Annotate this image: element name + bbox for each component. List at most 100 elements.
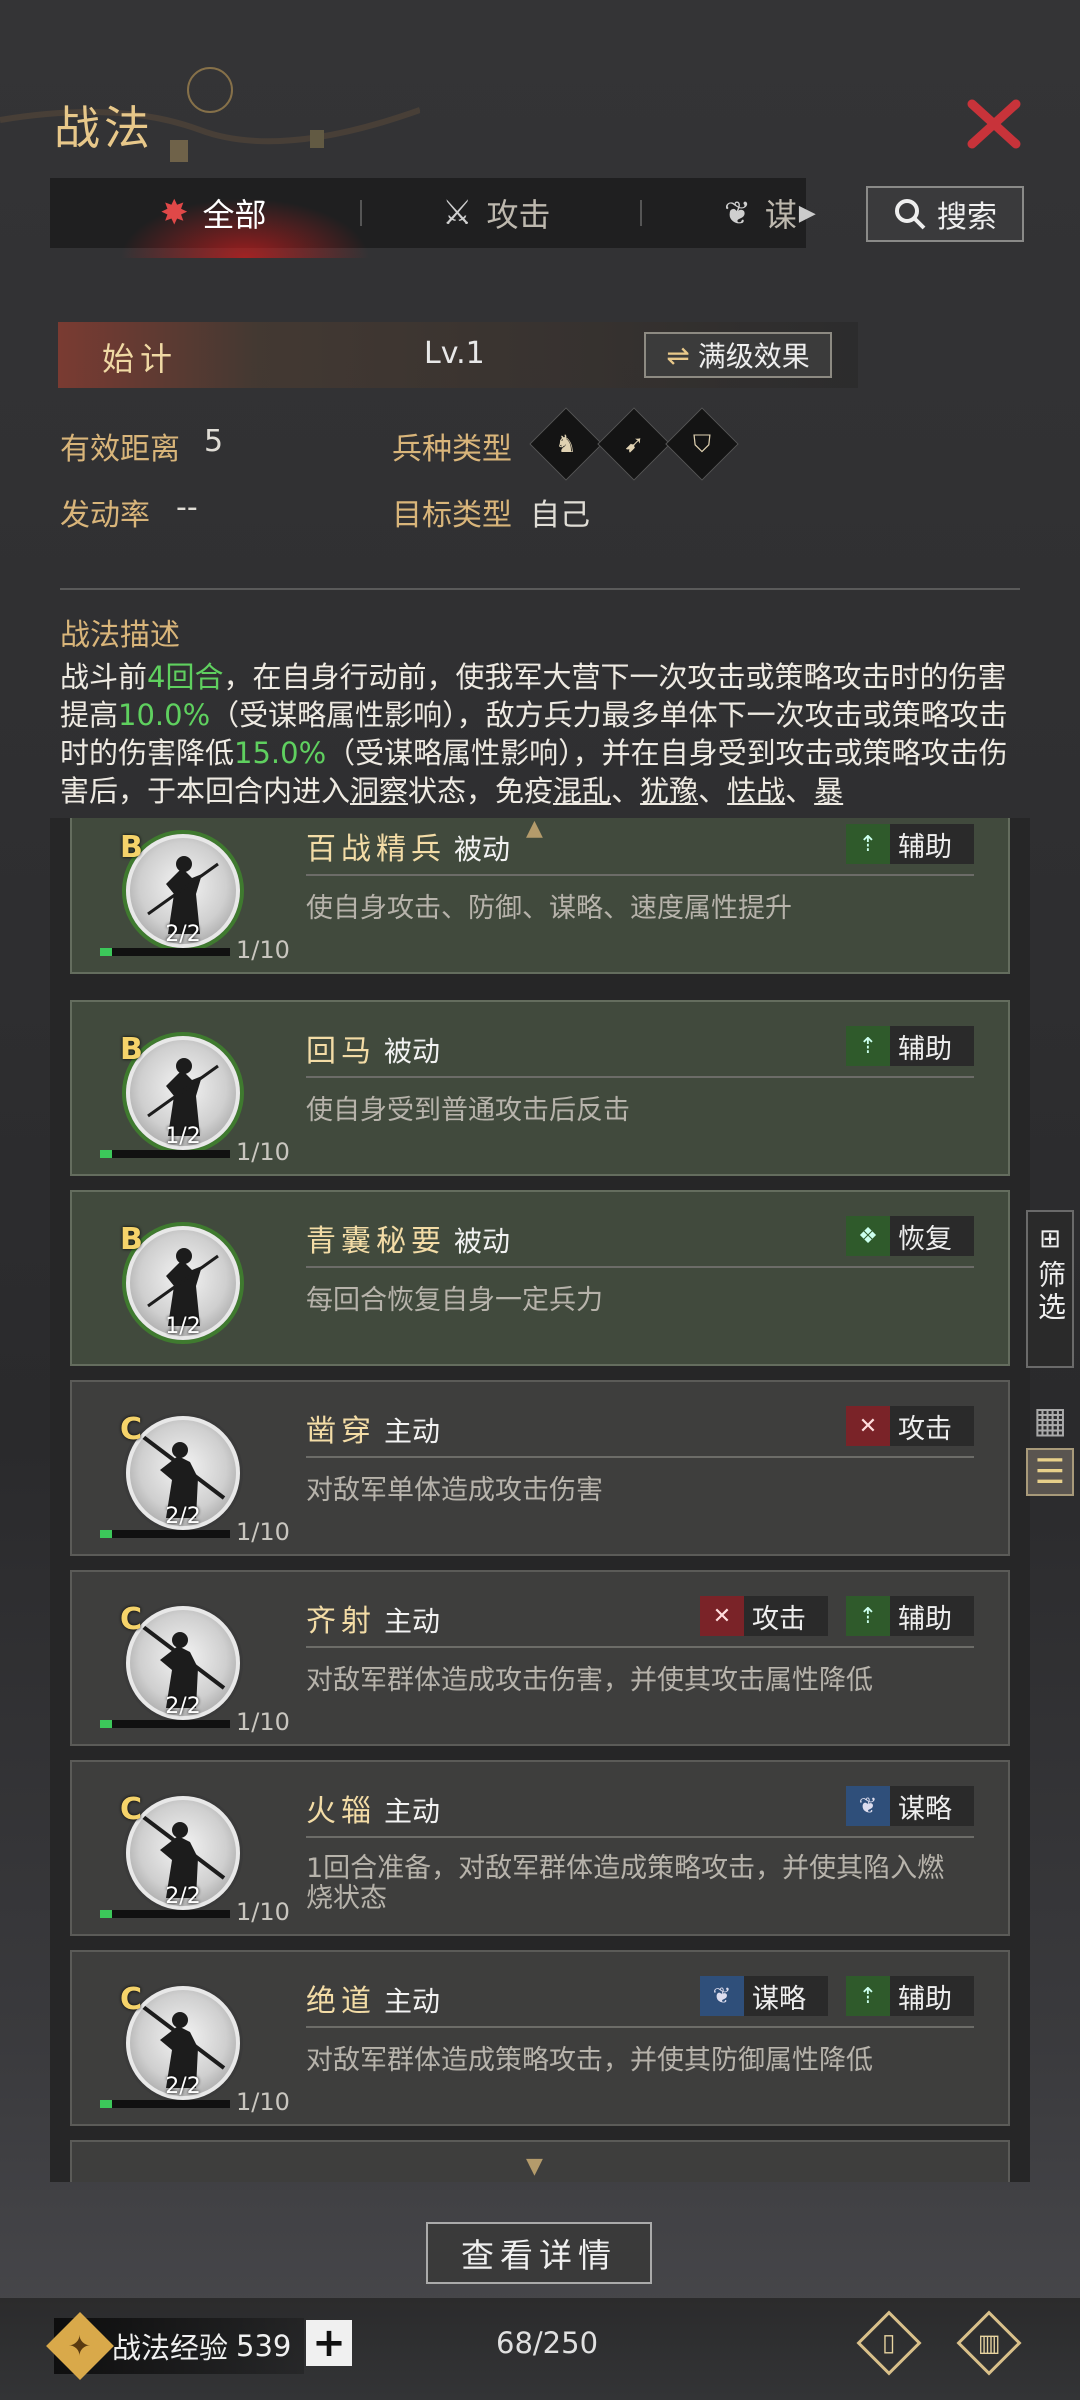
tab-separator <box>360 200 362 226</box>
close-button[interactable] <box>962 94 1026 154</box>
grid-icon: ▦ <box>1032 1399 1067 1441</box>
tag-assist: ⇡ 辅助 <box>846 1596 974 1636</box>
target-type-value: 自己 <box>530 498 590 533</box>
skill-card-type: 主动 <box>384 1795 441 1828</box>
usage-count: 2/2 <box>165 2074 201 2099</box>
skill-card-desc: 使自身受到普通攻击后反击 <box>306 1095 630 1126</box>
close-icon <box>967 99 1021 149</box>
skill-card[interactable]: C 2/2 1/10 齐射 主动 ✕ 攻击 ⇡ 辅助 对敌军群体造成攻击伤害，并使其攻… <box>70 1570 1010 1746</box>
troop-type-label: 兵种类型 <box>392 432 512 467</box>
level-progress-bar <box>100 948 230 956</box>
skill-list-panel[interactable]: B 2/2 1/10 百战精兵 被动 ⇡ 辅助 使自身攻击、防御、谋略、速度属性提升… <box>50 818 1030 2182</box>
scroll-down-icon: ▼ <box>526 2154 543 2179</box>
skill-card-type: 主动 <box>384 1605 441 1638</box>
exp-label: 战法经验 <box>112 2331 229 2365</box>
search-button[interactable]: 搜索 <box>866 186 1024 242</box>
tab-strategy-label: 谋 <box>764 196 797 234</box>
tab-strategy[interactable]: ❦ 谋 ▶ <box>724 178 816 248</box>
usage-count: 1/2 <box>165 1314 201 1339</box>
max-effect-button[interactable]: ⇌ 满级效果 <box>644 332 832 378</box>
skill-card-desc: 对敌军单体造成攻击伤害 <box>306 1475 603 1506</box>
divider <box>60 588 1020 590</box>
assist-icon: ⇡ <box>846 1976 890 2016</box>
level-value: 1/10 <box>236 1138 290 1166</box>
add-exp-button[interactable]: + <box>306 2320 352 2366</box>
skill-card[interactable]: C 2/2 1/10 火辎 主动 ❦ 谋略 1回合准备，对敌军群体造成策略攻击，并使… <box>70 1760 1010 1936</box>
tab-attack-label: 攻击 <box>486 196 551 234</box>
fan-icon: ❦ <box>700 1976 744 2016</box>
skill-card-desc: 对敌军群体造成攻击伤害，并使其攻击属性降低 <box>306 1665 873 1696</box>
usage-count: 2/2 <box>165 1694 201 1719</box>
level-value: 1/10 <box>236 936 290 964</box>
tag-assist: ⇡ 辅助 <box>846 824 974 864</box>
skill-count: 68/250 <box>496 2326 599 2360</box>
skill-name: 始计 <box>102 340 179 378</box>
exp-display: ✦ 战法经验 539 <box>46 2312 304 2380</box>
card-divider <box>306 1836 974 1838</box>
tag-recover: ❖ 恢复 <box>846 1216 974 1256</box>
level-progress-bar <box>100 1150 230 1158</box>
level-progress-bar <box>100 1530 230 1538</box>
skill-card[interactable]: C 2/2 1/10 凿穿 主动 ✕ 攻击 对敌军单体造成攻击伤害 <box>70 1380 1010 1556</box>
range-value: 5 <box>204 424 224 459</box>
level-progress-bar <box>100 2100 230 2108</box>
tab-all[interactable]: ✸ 全部 <box>160 178 267 248</box>
level-value: 1/10 <box>236 2088 290 2116</box>
bamboo-scroll-icon: ▥ <box>956 2310 1022 2376</box>
tag-attack: ✕ 攻击 <box>846 1406 974 1446</box>
keyword-more[interactable]: 暴 <box>814 774 843 808</box>
range-label: 有效距离 <box>60 432 180 467</box>
view-details-button[interactable]: 查看详情 <box>426 2222 652 2284</box>
list-view-button[interactable]: ☰ <box>1026 1448 1074 1496</box>
keyword-fear[interactable]: 怯战 <box>727 774 785 808</box>
inventory-button[interactable]: ▥ <box>956 2310 1022 2376</box>
skill-card[interactable]: B 1/2 1/10 回马 被动 ⇡ 辅助 使自身受到普通攻击后反击 <box>70 1000 1010 1176</box>
tag-assist: ⇡ 辅助 <box>846 1026 974 1066</box>
usage-count: 2/2 <box>165 922 201 947</box>
filter-button[interactable]: ⊞ 筛选 <box>1026 1210 1074 1368</box>
scroll-up-icon: ▲ <box>526 816 543 841</box>
skill-card-type: 主动 <box>384 1415 441 1448</box>
assist-icon: ⇡ <box>846 824 890 864</box>
tag-strategy: ❦ 谋略 <box>846 1786 974 1826</box>
usage-count: 1/2 <box>165 1124 201 1149</box>
scroll-book-button[interactable]: ▯ <box>856 2310 922 2376</box>
skill-description: 战斗前4回合，在自身行动前，使我军大营下一次攻击或策略攻击时的伤害提高10.0%… <box>60 660 1008 808</box>
skill-card[interactable]: C 2/2 1/10 绝道 主动 ❦ 谋略 ⇡ 辅助 对敌军群体造成策略攻击，并使其防… <box>70 1950 1010 2126</box>
skill-card-type: 被动 <box>384 1035 441 1068</box>
grade-badge: C <box>120 1982 143 2017</box>
skill-card-name: 凿穿 <box>306 1414 376 1449</box>
keyword-chaos[interactable]: 混乱 <box>553 774 611 808</box>
card-divider <box>306 1456 974 1458</box>
filter-label: 筛选 <box>1034 1260 1067 1324</box>
teapot-icon: ❖ <box>846 1216 890 1256</box>
skill-card[interactable]: B 1/2 青囊秘要 被动 ❖ 恢复 每回合恢复自身一定兵力 <box>70 1190 1010 1366</box>
sword-icon: ✕ <box>846 1406 890 1446</box>
card-divider <box>306 2026 974 2028</box>
tab-bar: ✸ 全部 ⚔ 攻击 ❦ 谋 ▶ <box>50 178 816 258</box>
tab-attack[interactable]: ⚔ 攻击 <box>442 178 551 248</box>
skill-card-name: 火辎 <box>306 1794 376 1829</box>
fan-icon: ❦ <box>724 194 751 232</box>
skill-card-type: 主动 <box>384 1985 441 2018</box>
skill-card-type: 被动 <box>454 833 511 866</box>
skill-card-name: 绝道 <box>306 1984 376 2019</box>
skill-card[interactable]: B 2/2 1/10 百战精兵 被动 ⇡ 辅助 使自身攻击、防御、谋略、速度属性提升 <box>70 818 1010 974</box>
grid-view-button[interactable]: ▦ <box>1026 1396 1074 1444</box>
skill-card-name: 百战精兵 <box>306 832 446 867</box>
skill-card-desc: 对敌军群体造成策略攻击，并使其防御属性降低 <box>306 2045 873 2076</box>
card-divider <box>306 1266 974 1268</box>
grade-badge: B <box>120 1032 143 1067</box>
grade-badge: B <box>120 1222 143 1257</box>
grade-badge: C <box>120 1602 143 1637</box>
keyword-insight[interactable]: 洞察 <box>350 774 408 808</box>
keyword-hesitate[interactable]: 犹豫 <box>640 774 698 808</box>
fan-icon: ❦ <box>846 1786 890 1826</box>
skill-card-name: 齐射 <box>306 1604 376 1639</box>
rate-label: 发动率 <box>60 498 150 533</box>
skill-card-desc: 1回合准备，对敌军群体造成策略攻击，并使其陷入燃烧状态 <box>306 1853 945 1914</box>
skill-card-name: 回马 <box>306 1034 376 1069</box>
level-value: 1/10 <box>236 1518 290 1546</box>
sword-icon: ✕ <box>700 1596 744 1636</box>
crossed-swords-icon: ⚔ <box>442 193 473 233</box>
